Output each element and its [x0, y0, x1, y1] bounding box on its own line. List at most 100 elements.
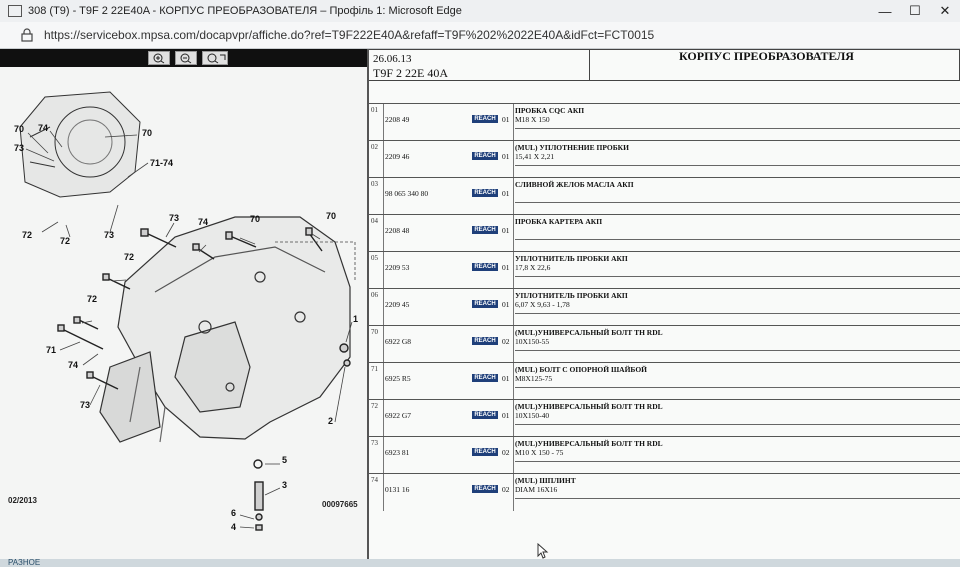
item-number: 05: [371, 254, 378, 262]
header-bottom-rule: [369, 80, 960, 81]
part-spec: M8X125-75: [515, 374, 553, 383]
table-row[interactable]: 72 6922 G7 REACH 01 (MUL)УНИВЕРСАЛЬНЫЙ БОЛТ …: [369, 399, 960, 437]
header-top-rule: [369, 49, 960, 50]
part-name: (MUL) БОЛТ С ОПОРНОЙ ШАЙБОЙ: [515, 365, 648, 374]
item-number: 01: [371, 106, 378, 114]
part-reference: 2209 53: [385, 263, 410, 272]
table-row[interactable]: 73 6923 81 REACH 02 (MUL)УНИВЕРСАЛЬНЫЙ БОЛТ …: [369, 436, 960, 474]
callout-72: 72: [124, 252, 134, 262]
part-name: УПЛОТНИТЕЛЬ ПРОБКИ АКП: [515, 254, 628, 263]
callout-70: 70: [326, 211, 336, 221]
row-rule: [515, 350, 960, 351]
callout-72: 72: [22, 230, 32, 240]
part-reference: 0131 16: [385, 485, 410, 494]
part-reference: 6922 G8: [385, 337, 412, 346]
col-separator: [513, 326, 514, 363]
part-reference: 98 065 340 80: [385, 189, 429, 198]
row-rule: [515, 165, 960, 166]
part-name: СЛИВНОЙ ЖЕЛОБ МАСЛА АКП: [515, 180, 634, 189]
item-number: 72: [371, 402, 378, 410]
maximize-button[interactable]: ☐: [900, 0, 930, 22]
row-rule: [515, 239, 960, 240]
row-rule: [515, 313, 960, 314]
callout-2: 2: [328, 416, 333, 426]
reach-badge[interactable]: REACH: [472, 448, 498, 456]
col-separator: [383, 141, 384, 178]
part-reference: 6922 G7: [385, 411, 412, 420]
part-spec: DIAM 16X16: [515, 485, 558, 494]
callout-74: 74: [68, 360, 78, 370]
reach-badge[interactable]: REACH: [472, 300, 498, 308]
col-separator: [383, 104, 384, 141]
part-quantity: 02: [502, 448, 510, 457]
reach-badge[interactable]: REACH: [472, 263, 498, 271]
row-rule: [515, 461, 960, 462]
col-separator: [383, 363, 384, 400]
url-text[interactable]: https://servicebox.mpsa.com/docapvpr/aff…: [44, 28, 654, 42]
col-separator: [383, 252, 384, 289]
part-spec: 17,8 X 22,6: [515, 263, 551, 272]
reach-badge[interactable]: REACH: [472, 152, 498, 160]
part-quantity: 01: [502, 374, 510, 383]
col-separator: [513, 474, 514, 511]
diagram-reference: 00097665: [322, 500, 358, 509]
part-quantity: 01: [502, 152, 510, 161]
zoom-fit-button[interactable]: [202, 51, 228, 65]
reach-badge[interactable]: REACH: [472, 485, 498, 493]
row-rule: [515, 276, 960, 277]
col-separator: [383, 326, 384, 363]
zoom-out-button[interactable]: [175, 51, 197, 65]
status-text: РАЗНОЕ: [8, 558, 41, 567]
document-title: КОРПУС ПРЕОБРАЗОВАТЕЛЯ: [679, 49, 854, 63]
table-row[interactable]: 06 2209 45 REACH 01 УПЛОТНИТЕЛЬ ПРОБКИ АКП 6,…: [369, 288, 960, 326]
reach-badge[interactable]: REACH: [472, 115, 498, 123]
part-spec: M10 X 150 - 75: [515, 448, 564, 457]
item-number: 04: [371, 217, 378, 225]
app-window-icon: [8, 5, 22, 17]
part-name: ПРОБКА CQC АКП: [515, 106, 585, 115]
part-quantity: 01: [502, 189, 510, 198]
part-name: (MUL)УНИВЕРСАЛЬНЫЙ БОЛТ TH RDL: [515, 328, 663, 337]
table-row[interactable]: 03 98 065 340 80 REACH 01 СЛИВНОЙ ЖЕЛОБ МАСЛ…: [369, 177, 960, 215]
reach-badge[interactable]: REACH: [472, 189, 498, 197]
callout-4: 4: [231, 522, 236, 532]
table-row[interactable]: 71 6925 R5 REACH 01 (MUL) БОЛТ С ОПОРНОЙ ШАЙ…: [369, 362, 960, 400]
callout-3: 3: [282, 480, 287, 490]
row-rule: [515, 128, 960, 129]
part-spec: 15,41 X 2,21: [515, 152, 555, 161]
col-separator: [513, 400, 514, 437]
callout-73: 73: [14, 143, 24, 153]
item-number: 70: [371, 328, 378, 336]
table-row[interactable]: 01 2208 49 REACH 01 ПРОБКА CQC АКП M18 X 150: [369, 103, 960, 141]
reach-badge[interactable]: REACH: [472, 411, 498, 419]
col-separator: [383, 437, 384, 474]
col-separator: [513, 104, 514, 141]
callout-72: 72: [60, 236, 70, 246]
part-name: ПРОБКА КАРТЕРА АКП: [515, 217, 603, 226]
reach-badge[interactable]: REACH: [472, 226, 498, 234]
window-title: 308 (T9) - T9F 2 22E40A - КОРПУС ПРЕОБРА…: [28, 5, 462, 17]
zoom-in-button[interactable]: [148, 51, 170, 65]
callout-71: 71: [46, 345, 56, 355]
part-quantity: 01: [502, 226, 510, 235]
window-titlebar: 308 (T9) - T9F 2 22E40A - КОРПУС ПРЕОБРА…: [0, 0, 960, 22]
close-button[interactable]: ✕: [930, 0, 960, 22]
document-date: 26.06.13: [373, 53, 412, 65]
address-bar[interactable]: https://servicebox.mpsa.com/docapvpr/aff…: [0, 22, 960, 49]
part-spec: 10X150-40: [515, 411, 550, 420]
diagram-toolbar: [0, 49, 367, 67]
callout-1: 1: [353, 314, 358, 324]
table-row[interactable]: 04 2208 48 REACH 01 ПРОБКА КАРТЕРА АКП: [369, 214, 960, 252]
col-separator: [513, 363, 514, 400]
minimize-button[interactable]: —: [870, 0, 900, 22]
table-row[interactable]: 74 0131 16 REACH 02 (MUL) ШПЛИНТ DIAM 16X16: [369, 473, 960, 511]
table-row[interactable]: 02 2209 46 REACH 01 (MUL) УПЛОТНЕНИЕ ПРОБКИ 1…: [369, 140, 960, 178]
part-quantity: 01: [502, 115, 510, 124]
part-spec: M18 X 150: [515, 115, 550, 124]
col-separator: [383, 400, 384, 437]
table-row[interactable]: 70 6922 G8 REACH 02 (MUL)УНИВЕРСАЛЬНЫЙ БОЛТ …: [369, 325, 960, 363]
reach-badge[interactable]: REACH: [472, 337, 498, 345]
table-row[interactable]: 05 2209 53 REACH 01 УПЛОТНИТЕЛЬ ПРОБКИ АКП 17…: [369, 251, 960, 289]
callout-73: 73: [169, 213, 179, 223]
reach-badge[interactable]: REACH: [472, 374, 498, 382]
